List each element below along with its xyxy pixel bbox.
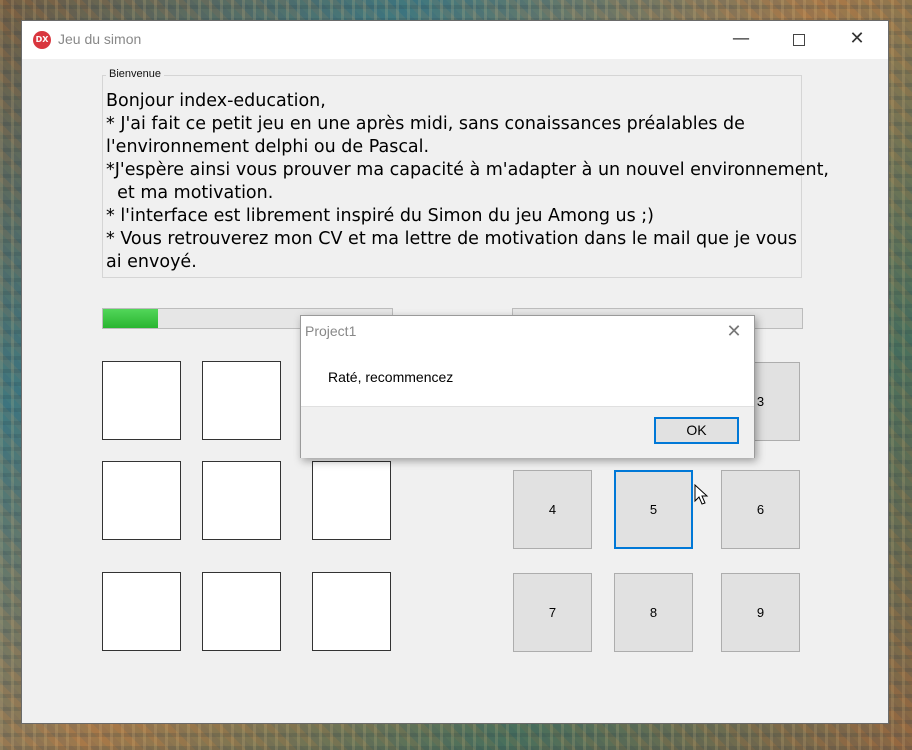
pad-button-7[interactable]: 7 (513, 573, 592, 652)
dialog-close-button[interactable]: ✕ (719, 319, 749, 345)
display-tile (102, 572, 181, 651)
close-button[interactable]: ✕ (834, 21, 880, 59)
dialog-message: Raté, recommencez (328, 369, 454, 385)
maximize-button[interactable] (776, 21, 822, 59)
app-icon: DX (33, 31, 51, 49)
pad-button-4[interactable]: 4 (513, 470, 592, 549)
dialog-footer: OK (301, 406, 754, 458)
title-bar[interactable]: DX Jeu du simon — ✕ (22, 21, 888, 59)
sequence-progress-fill (103, 309, 158, 328)
pad-button-8[interactable]: 8 (614, 573, 693, 652)
dialog-title: Project1 (305, 323, 357, 339)
display-tile (202, 572, 281, 651)
mouse-cursor-icon (694, 484, 709, 505)
maximize-icon (793, 34, 805, 46)
display-tile (102, 461, 181, 540)
window-title: Jeu du simon (58, 31, 142, 47)
display-tile (202, 361, 281, 440)
display-tile (202, 461, 281, 540)
welcome-group-label: Bienvenue (106, 68, 164, 80)
display-tile (312, 572, 391, 651)
display-tile (312, 461, 391, 540)
display-tile (102, 361, 181, 440)
ok-button[interactable]: OK (654, 417, 739, 444)
message-dialog: Project1 ✕ Raté, recommencez OK (300, 315, 755, 458)
pad-button-9[interactable]: 9 (721, 573, 800, 652)
minimize-button[interactable]: — (718, 21, 764, 59)
welcome-text: Bonjour index-education, * J'ai fait ce … (106, 91, 829, 272)
pad-button-5[interactable]: 5 (614, 470, 693, 549)
pad-button-6[interactable]: 6 (721, 470, 800, 549)
